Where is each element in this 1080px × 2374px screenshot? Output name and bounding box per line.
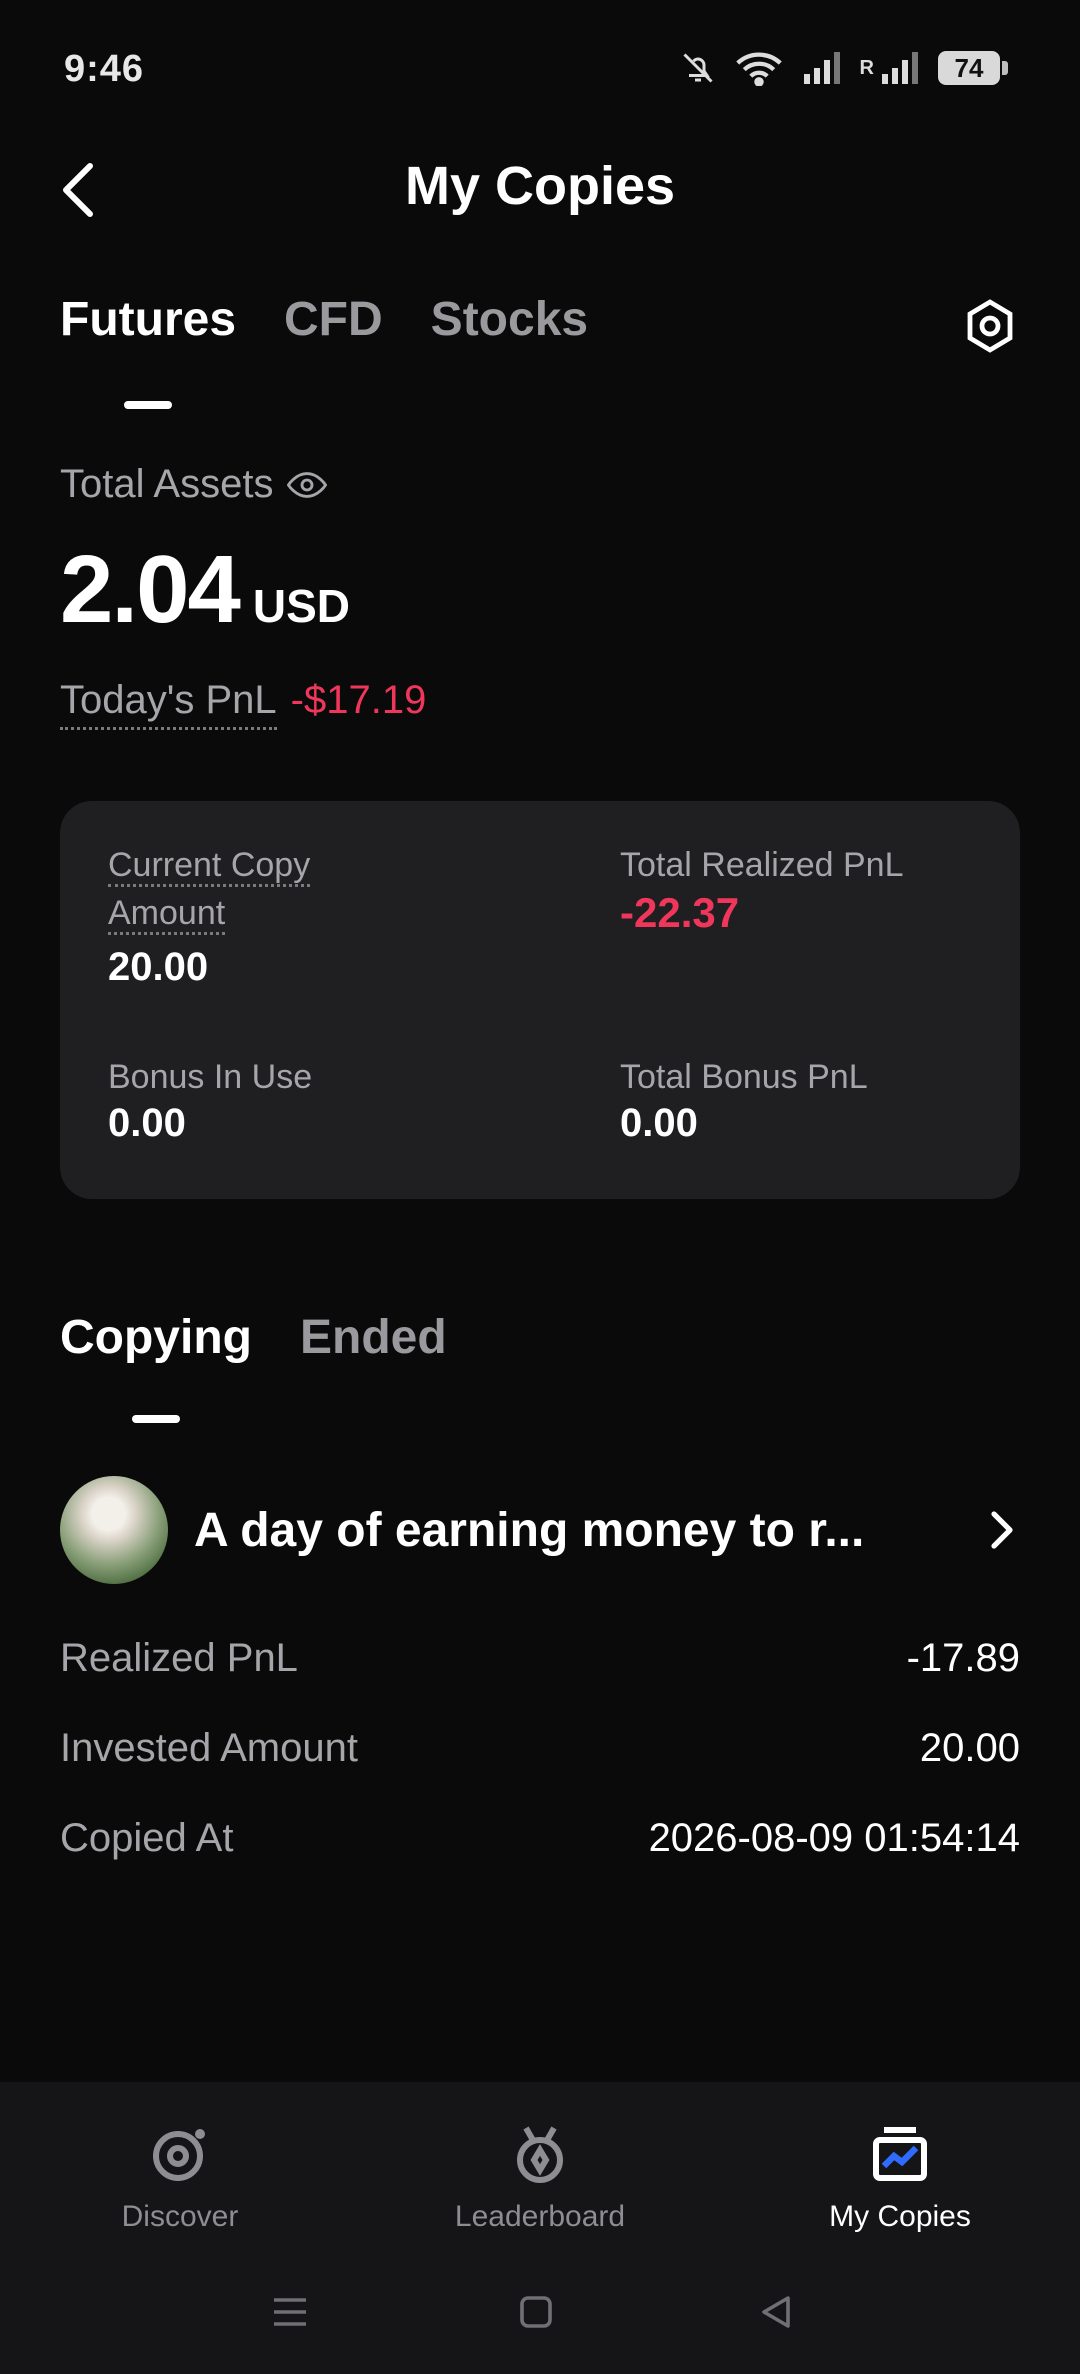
home-icon[interactable]	[516, 2292, 556, 2332]
current-copy-amount-label-line1: Current Copy	[108, 846, 311, 887]
total-realized-pnl-value: -22.37	[620, 889, 740, 936]
tab-ended[interactable]: Ended	[300, 1310, 447, 1365]
copied-at-row: Copied At 2026-08-09 01:54:14	[60, 1816, 1020, 1861]
leaderboard-medal-icon	[517, 2126, 563, 2183]
total-bonus-pnl-label: Total Bonus PnL	[620, 1058, 868, 1096]
back-triangle-icon[interactable]	[756, 2292, 796, 2332]
todays-pnl-row: Today's PnL -$17.19	[60, 678, 426, 730]
bonus-in-use: Bonus In Use 0.00	[108, 1053, 312, 1146]
roaming-label: R	[859, 56, 874, 79]
invested-amount-label: Invested Amount	[60, 1726, 358, 1770]
total-bonus-pnl-value: 0.00	[620, 1101, 698, 1145]
copied-at-value: 2026-08-09 01:54:14	[648, 1816, 1020, 1860]
nav-my-copies-label: My Copies	[829, 2200, 971, 2233]
wifi-icon	[735, 52, 782, 86]
market-tabs: Futures CFD Stocks	[60, 292, 588, 347]
total-assets-unit: USD	[252, 580, 350, 632]
nav-my-copies[interactable]: My Copies	[750, 2122, 1050, 2234]
copied-at-label: Copied At	[60, 1816, 234, 1860]
battery-icon: 74	[938, 51, 1008, 85]
nav-leaderboard[interactable]: Leaderboard	[390, 2122, 690, 2234]
current-copy-amount: Current Copy Amount 20.00	[108, 841, 311, 990]
total-assets-number: 2.04	[60, 536, 241, 643]
mute-bell-icon	[682, 53, 713, 83]
realized-pnl-value: -17.89	[906, 1636, 1020, 1680]
invested-amount-value: 20.00	[919, 1726, 1020, 1770]
nav-discover-label: Discover	[121, 2200, 239, 2233]
current-copy-amount-label-line2: Amount	[108, 894, 226, 935]
nav-discover[interactable]: Discover	[30, 2122, 330, 2234]
battery-level: 74	[954, 52, 984, 83]
bonus-in-use-value: 0.00	[108, 1101, 186, 1145]
tab-futures[interactable]: Futures	[60, 292, 236, 347]
trader-row[interactable]: A day of earning money to r...	[60, 1476, 1020, 1584]
tab-stocks[interactable]: Stocks	[431, 292, 588, 347]
realized-pnl-row: Realized PnL -17.89	[60, 1636, 1020, 1681]
current-copy-amount-value: 20.00	[108, 945, 209, 989]
chevron-right-icon[interactable]	[984, 1506, 1020, 1554]
eye-icon[interactable]	[287, 471, 328, 499]
total-assets-text: Total Assets	[60, 462, 274, 506]
system-nav-bar	[0, 2272, 1080, 2352]
tab-cfd[interactable]: CFD	[284, 292, 383, 347]
total-realized-pnl: Total Realized PnL -22.37	[620, 841, 904, 937]
my-copies-icon	[873, 2127, 927, 2181]
tab-copying[interactable]: Copying	[60, 1310, 252, 1365]
total-bonus-pnl: Total Bonus PnL 0.00	[620, 1053, 868, 1146]
invested-amount-row: Invested Amount 20.00	[60, 1726, 1020, 1771]
status-icons: R 74	[680, 50, 1008, 86]
avatar	[60, 1476, 168, 1584]
current-copy-amount-label[interactable]: Current Copy Amount	[108, 841, 311, 937]
realized-pnl-label: Realized PnL	[60, 1636, 298, 1680]
trader-name: A day of earning money to r...	[194, 1503, 865, 1557]
signal-roaming-icon	[882, 52, 918, 84]
discover-icon	[153, 2129, 205, 2181]
total-assets-value: 2.04 USD	[60, 535, 350, 645]
total-assets-label: Total Assets	[60, 462, 328, 507]
copy-status-tabs: Copying Ended	[60, 1310, 447, 1365]
nav-leaderboard-label: Leaderboard	[454, 2200, 626, 2233]
menu-icon[interactable]	[270, 2292, 310, 2332]
settings-icon[interactable]	[964, 298, 1016, 354]
total-realized-pnl-label: Total Realized PnL	[620, 846, 904, 884]
page-title: My Copies	[404, 156, 676, 216]
status-time: 9:46	[64, 48, 145, 90]
todays-pnl-value: -$17.19	[290, 678, 427, 722]
bonus-in-use-label: Bonus In Use	[108, 1058, 313, 1096]
summary-card: Current Copy Amount 20.00 Total Realized…	[60, 801, 1020, 1199]
todays-pnl-label[interactable]: Today's PnL	[60, 678, 277, 730]
signal-icon	[803, 52, 840, 84]
